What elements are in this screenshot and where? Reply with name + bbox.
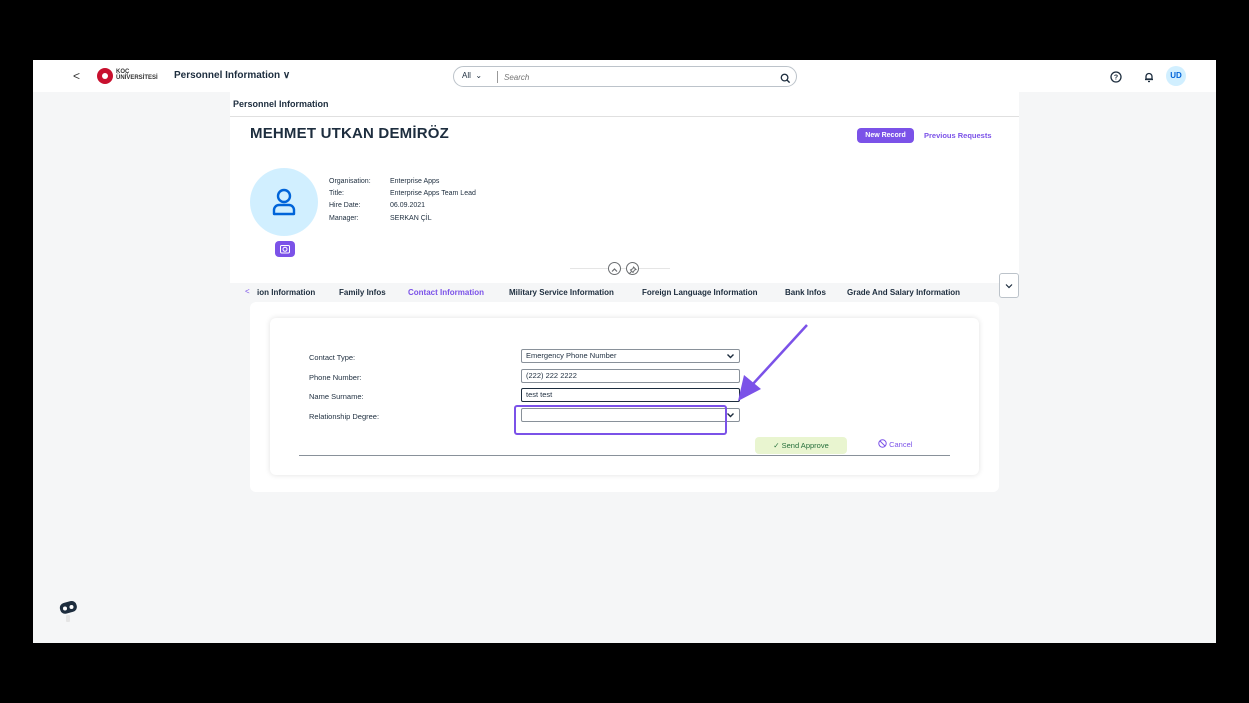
annotation-arrow-icon [738, 324, 808, 401]
assistant-robot-icon[interactable] [56, 600, 82, 626]
